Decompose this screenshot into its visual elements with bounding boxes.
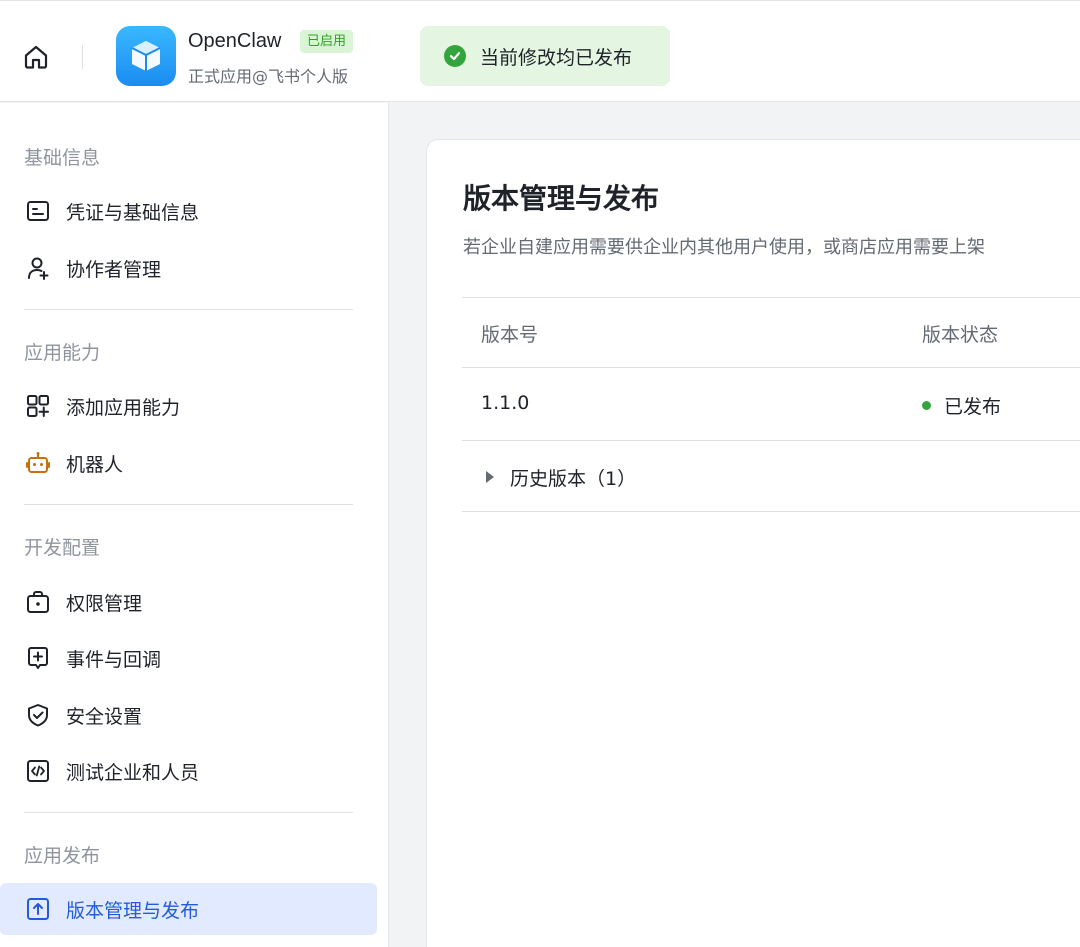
permission-icon bbox=[24, 588, 52, 616]
table-border bbox=[462, 297, 1080, 298]
robot-icon bbox=[24, 449, 52, 477]
section-title-capabilities: 应用能力 bbox=[24, 342, 101, 364]
version-number[interactable]: 1.1.0 bbox=[481, 392, 529, 414]
table-border bbox=[462, 511, 1080, 512]
sidebar-item-security[interactable]: 安全设置 bbox=[0, 689, 377, 741]
sidebar-item-test-enterprise[interactable]: 测试企业和人员 bbox=[0, 745, 377, 797]
code-icon bbox=[24, 757, 52, 785]
page-description: 若企业自建应用需要供企业内其他用户使用，或商店应用需要上架 bbox=[463, 237, 985, 258]
column-header-version: 版本号 bbox=[481, 324, 539, 346]
table-border bbox=[462, 440, 1080, 441]
toast-text: 当前修改均已发布 bbox=[480, 46, 633, 69]
sidebar-item-label: 权限管理 bbox=[66, 592, 143, 615]
header-divider bbox=[82, 45, 83, 69]
section-divider bbox=[24, 812, 353, 813]
history-versions-toggle[interactable]: 历史版本（1） bbox=[486, 463, 636, 491]
success-toast: 当前修改均已发布 bbox=[420, 26, 670, 86]
section-title-release: 应用发布 bbox=[24, 845, 101, 867]
sidebar-item-credentials[interactable]: 凭证与基础信息 bbox=[0, 185, 377, 237]
app-logo bbox=[116, 26, 176, 86]
caret-right-icon bbox=[486, 471, 494, 483]
sidebar-item-label: 机器人 bbox=[66, 453, 124, 476]
status-dot bbox=[922, 401, 931, 410]
table-border bbox=[462, 367, 1080, 368]
status-badge: 已启用 bbox=[300, 30, 354, 53]
sidebar: 基础信息 凭证与基础信息 协作者管理 应用能力 添加应用能力 机器人 开发配置 … bbox=[0, 103, 389, 947]
sidebar-item-label: 版本管理与发布 bbox=[66, 899, 200, 922]
credential-icon bbox=[24, 197, 52, 225]
section-title-basic: 基础信息 bbox=[24, 147, 101, 169]
sidebar-item-robot[interactable]: 机器人 bbox=[0, 437, 377, 489]
app-subtitle: 正式应用@飞书个人版 bbox=[188, 67, 349, 86]
sidebar-item-collaborators[interactable]: 协作者管理 bbox=[0, 242, 377, 294]
column-header-status: 版本状态 bbox=[922, 324, 999, 346]
sidebar-item-label: 事件与回调 bbox=[66, 648, 162, 671]
sidebar-item-label: 测试企业和人员 bbox=[66, 761, 200, 784]
upload-icon bbox=[24, 895, 52, 923]
sidebar-item-permissions[interactable]: 权限管理 bbox=[0, 576, 377, 628]
sidebar-item-label: 添加应用能力 bbox=[66, 396, 181, 419]
sidebar-item-label: 协作者管理 bbox=[66, 258, 162, 281]
section-title-dev-config: 开发配置 bbox=[24, 537, 101, 559]
history-label: 历史版本（1） bbox=[510, 467, 637, 490]
main-card bbox=[426, 139, 1080, 947]
event-icon bbox=[24, 644, 52, 672]
shield-icon bbox=[24, 701, 52, 729]
user-add-icon bbox=[24, 254, 52, 282]
sidebar-item-events[interactable]: 事件与回调 bbox=[0, 632, 377, 684]
sidebar-item-version-release[interactable]: 版本管理与发布 bbox=[0, 883, 377, 935]
top-header: OpenClaw 已启用 正式应用@飞书个人版 当前修改均已发布 bbox=[0, 0, 1080, 102]
section-divider bbox=[24, 309, 353, 310]
apps-add-icon bbox=[24, 392, 52, 420]
cube-icon bbox=[131, 41, 161, 71]
section-divider bbox=[24, 504, 353, 505]
app-name: OpenClaw bbox=[188, 30, 282, 52]
sidebar-item-add-capability[interactable]: 添加应用能力 bbox=[0, 380, 377, 432]
sidebar-item-label: 凭证与基础信息 bbox=[66, 201, 200, 224]
home-button[interactable] bbox=[18, 39, 54, 75]
check-circle-icon bbox=[444, 45, 466, 67]
page-title: 版本管理与发布 bbox=[463, 182, 660, 215]
version-status: 已发布 bbox=[944, 396, 1002, 418]
home-icon bbox=[24, 45, 48, 69]
sidebar-item-label: 安全设置 bbox=[66, 705, 143, 728]
